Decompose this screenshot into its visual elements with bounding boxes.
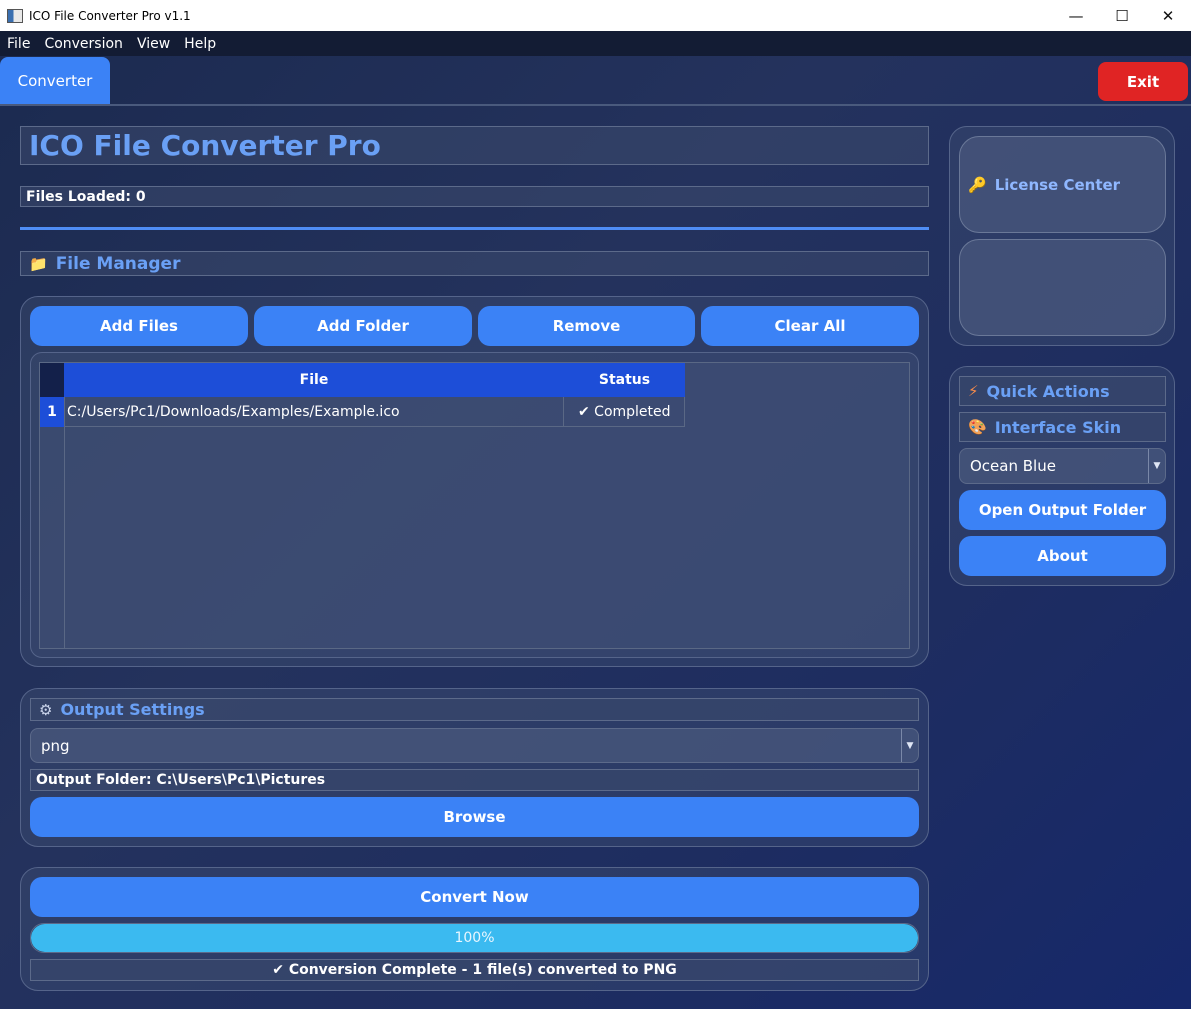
- table-corner: [40, 363, 64, 397]
- clear-all-button[interactable]: Clear All: [701, 306, 919, 346]
- row-number[interactable]: 1: [40, 397, 64, 427]
- menu-bar: File Conversion View Help: [0, 31, 1191, 56]
- folder-icon: 📁: [29, 254, 48, 273]
- table-cell-file[interactable]: C:/Users/Pc1/Downloads/Examples/Example.…: [64, 397, 564, 427]
- chevron-down-icon[interactable]: ▼: [1148, 449, 1165, 483]
- exit-button[interactable]: Exit: [1098, 62, 1188, 101]
- conversion-status: ✔ Conversion Complete - 1 file(s) conver…: [30, 959, 919, 981]
- menu-file[interactable]: File: [0, 36, 37, 52]
- maximize-icon[interactable]: ☐: [1099, 0, 1145, 31]
- remove-button[interactable]: Remove: [478, 306, 695, 346]
- palette-icon: 🎨: [968, 418, 987, 436]
- menu-view[interactable]: View: [130, 36, 177, 52]
- interface-skin-heading: 🎨 Interface Skin: [959, 412, 1166, 442]
- page-title: ICO File Converter Pro: [20, 126, 929, 165]
- window-title: ICO File Converter Pro v1.1: [29, 8, 191, 23]
- progress-text: 100%: [454, 930, 495, 946]
- lightning-icon: ⚡: [968, 382, 979, 400]
- tab-converter[interactable]: Converter: [0, 57, 110, 104]
- conversion-progress-bar: 100%: [30, 923, 919, 953]
- quick-actions-heading: ⚡ Quick Actions: [959, 376, 1166, 406]
- gear-icon: ⚙: [39, 700, 53, 719]
- skin-select-value: Ocean Blue: [970, 457, 1056, 475]
- quick-actions-title: Quick Actions: [986, 381, 1110, 401]
- interface-skin-title: Interface Skin: [994, 417, 1122, 437]
- add-files-button[interactable]: Add Files: [30, 306, 248, 346]
- column-header-status[interactable]: Status: [564, 363, 685, 397]
- format-select[interactable]: png ▼: [30, 728, 919, 763]
- add-folder-button[interactable]: Add Folder: [254, 306, 472, 346]
- file-manager-heading: 📁 File Manager: [20, 251, 929, 276]
- menu-conversion[interactable]: Conversion: [37, 36, 130, 52]
- about-button[interactable]: About: [959, 536, 1166, 576]
- output-settings-heading: ⚙ Output Settings: [30, 698, 919, 721]
- menu-help[interactable]: Help: [177, 36, 223, 52]
- license-center-button[interactable]: 🔑 License Center: [959, 136, 1166, 233]
- file-manager-title: File Manager: [55, 253, 181, 274]
- output-folder-label: Output Folder: C:\Users\Pc1\Pictures: [30, 769, 919, 791]
- output-settings-title: Output Settings: [60, 700, 205, 719]
- close-icon[interactable]: ✕: [1145, 0, 1191, 31]
- convert-now-button[interactable]: Convert Now: [30, 877, 919, 917]
- skin-select[interactable]: Ocean Blue ▼: [959, 448, 1166, 484]
- license-center-label: License Center: [994, 175, 1121, 194]
- file-table: File Status 1 C:/Users/Pc1/Downloads/Exa…: [39, 362, 910, 649]
- window-titlebar: ICO File Converter Pro v1.1 — ☐ ✕: [0, 0, 1191, 32]
- app-icon: [7, 8, 23, 23]
- browse-button[interactable]: Browse: [30, 797, 919, 837]
- row-header-divider: [64, 397, 65, 649]
- format-select-value: png: [41, 736, 70, 755]
- open-output-folder-button[interactable]: Open Output Folder: [959, 490, 1166, 530]
- tab-divider: [0, 104, 1191, 106]
- files-loaded-label: Files Loaded: 0: [20, 186, 929, 207]
- license-secondary-button[interactable]: [959, 239, 1166, 336]
- header-divider: [20, 227, 929, 230]
- column-header-file[interactable]: File: [64, 363, 564, 397]
- chevron-down-icon[interactable]: ▼: [901, 729, 918, 762]
- minimize-icon[interactable]: —: [1053, 0, 1099, 31]
- key-icon: 🔑: [968, 175, 987, 194]
- table-cell-status[interactable]: ✔ Completed: [564, 397, 685, 427]
